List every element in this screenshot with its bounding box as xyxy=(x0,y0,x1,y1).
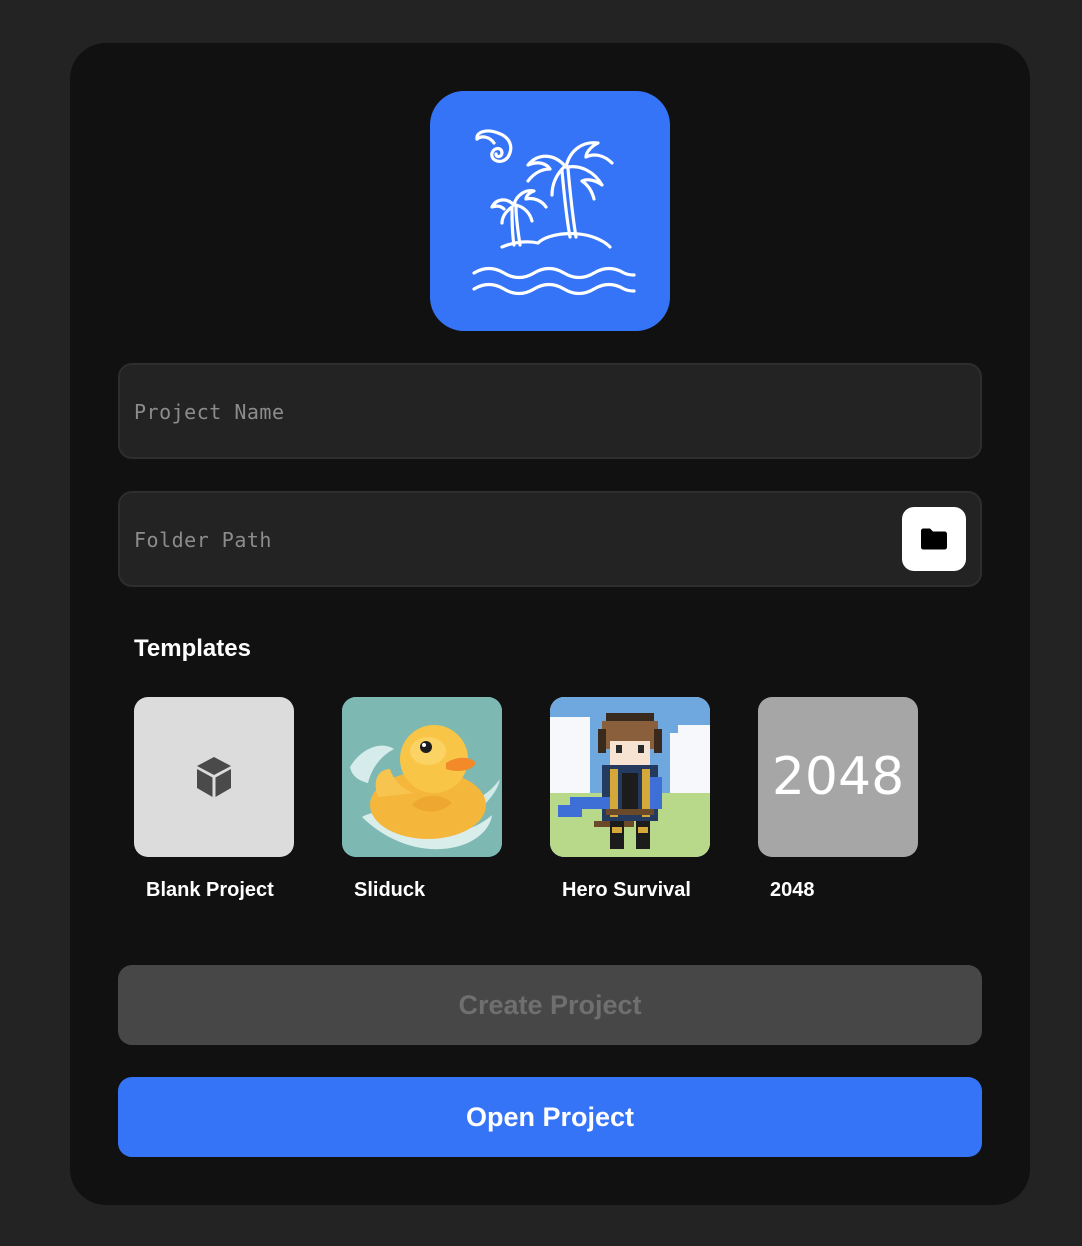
new-project-panel: Templates Blank Project xyxy=(70,43,1030,1205)
pixel-hero-image xyxy=(550,697,710,857)
palm-island-icon xyxy=(472,129,636,296)
templates-heading: Templates xyxy=(134,635,251,662)
template-thumbnail-text: 2048 xyxy=(771,747,905,807)
template-blank-project[interactable]: Blank Project xyxy=(134,697,294,902)
template-thumbnail: 2048 xyxy=(758,697,918,857)
create-project-button[interactable]: Create Project xyxy=(118,965,982,1045)
rubber-duck-image xyxy=(342,697,502,857)
open-project-button[interactable]: Open Project xyxy=(118,1077,982,1157)
template-sliduck[interactable]: Sliduck xyxy=(342,697,502,902)
template-label: Sliduck xyxy=(354,879,426,901)
folder-icon xyxy=(921,528,947,550)
folder-path-field xyxy=(118,491,982,587)
template-thumbnail xyxy=(342,697,502,857)
app-logo xyxy=(430,91,670,331)
folder-path-input[interactable] xyxy=(132,493,896,587)
template-2048[interactable]: 2048 2048 xyxy=(758,697,918,902)
template-label: Hero Survival xyxy=(562,879,691,901)
template-label: 2048 xyxy=(770,879,815,901)
project-name-input[interactable] xyxy=(132,365,896,459)
template-thumbnail xyxy=(550,697,710,857)
template-hero-survival[interactable]: Hero Survival xyxy=(550,697,710,902)
cube-icon xyxy=(197,757,231,797)
template-label: Blank Project xyxy=(146,879,274,901)
template-thumbnail xyxy=(134,697,294,857)
browse-folder-button[interactable] xyxy=(902,507,966,571)
project-name-field xyxy=(118,363,982,459)
